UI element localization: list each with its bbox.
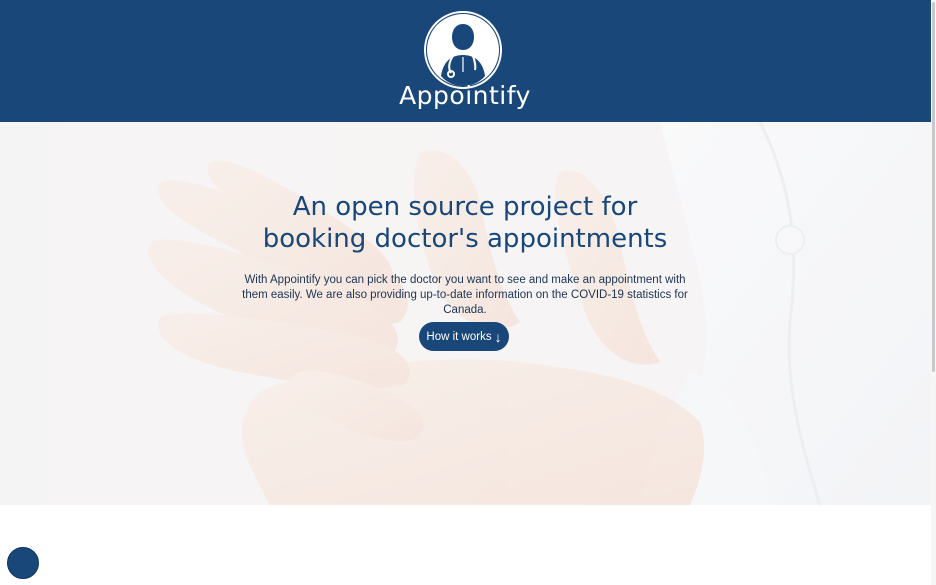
how-it-works-label: How it works [426,330,492,343]
hero-title-line-2: booking doctor's appointments [262,224,668,254]
hero-section: An open source project for booking docto… [0,122,931,505]
page-scrollbar[interactable] [931,0,936,585]
site-header: Appointify [0,0,931,122]
scrollbar-thumb[interactable] [932,2,935,372]
hero-description: With Appointify you can pick the doctor … [242,274,688,316]
doctor-stethoscope-icon [424,11,502,89]
brand-logo[interactable]: Appointify [385,8,545,114]
hero-title: An open source project for booking docto… [165,191,765,255]
hero-content: An open source project for booking docto… [0,122,931,505]
brand-name: Appointify [399,81,531,110]
page: Appointify An open source project for bo… [0,0,936,585]
hero-title-line-1: An open source project for [292,192,638,222]
floating-action-button[interactable] [7,547,39,579]
how-it-works-button[interactable]: How it works ↓ [419,322,509,351]
arrow-down-icon: ↓ [494,328,502,345]
